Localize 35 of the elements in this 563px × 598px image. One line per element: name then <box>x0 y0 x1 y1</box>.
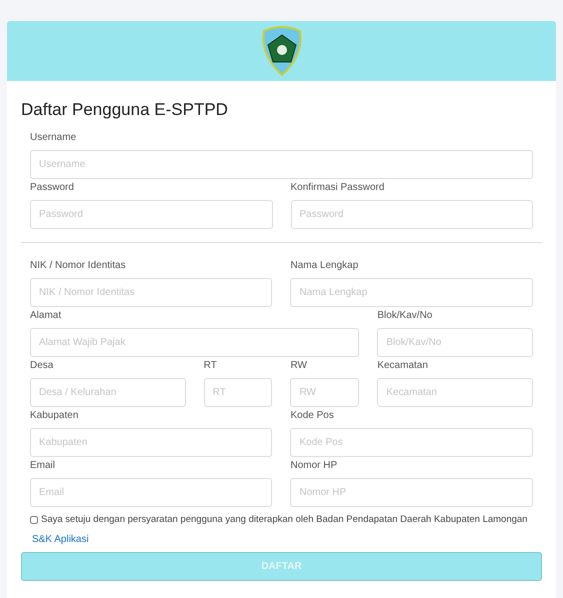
input-field[interactable]: Kode Pos <box>290 428 533 456</box>
field-label: NIK / Nomor Identitas <box>30 258 127 272</box>
field-label: Konfirmasi Password <box>290 180 386 194</box>
field-label: RW <box>290 358 308 372</box>
input-field[interactable]: NIK / Nomor Identitas <box>30 278 272 306</box>
input-field[interactable]: Username <box>30 150 533 178</box>
agreement-checkbox[interactable] <box>30 516 38 524</box>
field-label: Nama Lengkap <box>290 258 360 272</box>
field-label: Alamat <box>30 308 62 322</box>
field-label: Desa <box>30 358 54 372</box>
form-title: Daftar Pengguna E-SPTPD <box>21 99 229 121</box>
input-field[interactable]: Alamat Wajib Pajak <box>30 328 360 356</box>
input-field[interactable]: RT <box>204 378 272 406</box>
field-label: RT <box>204 358 218 372</box>
input-field[interactable]: Password <box>30 200 272 228</box>
field-label: Password <box>30 180 75 194</box>
field-label: Username <box>30 130 78 144</box>
input-field[interactable]: Nomor HP <box>290 478 533 506</box>
input-field[interactable]: Kecamatan <box>377 378 533 406</box>
input-field[interactable]: Email <box>30 478 272 506</box>
input-field[interactable]: Kabupaten <box>30 428 272 456</box>
input-field[interactable]: Desa / Kelurahan <box>30 378 186 406</box>
emblem-icon <box>260 25 304 77</box>
input-field[interactable]: Nama Lengkap <box>290 278 533 306</box>
field-label: Kecamatan <box>377 358 429 372</box>
input-field[interactable]: Password <box>290 200 533 228</box>
agreement-text: Saya setuju dengan persyaratan pengguna yang diterapkan oleh Badan Pendapatan Daerah Kabupaten Lamongan <box>41 512 528 526</box>
field-label: Kode Pos <box>290 408 335 422</box>
input-field[interactable]: RW <box>290 378 360 406</box>
input-field[interactable]: Blok/Kav/No <box>377 328 533 356</box>
field-label: Kabupaten <box>30 408 80 422</box>
field-label: Nomor HP <box>290 458 338 472</box>
terms-link[interactable]: S&K Aplikasi <box>32 532 542 547</box>
field-label: Email <box>30 458 56 472</box>
field-label: Blok/Kav/No <box>377 308 434 322</box>
